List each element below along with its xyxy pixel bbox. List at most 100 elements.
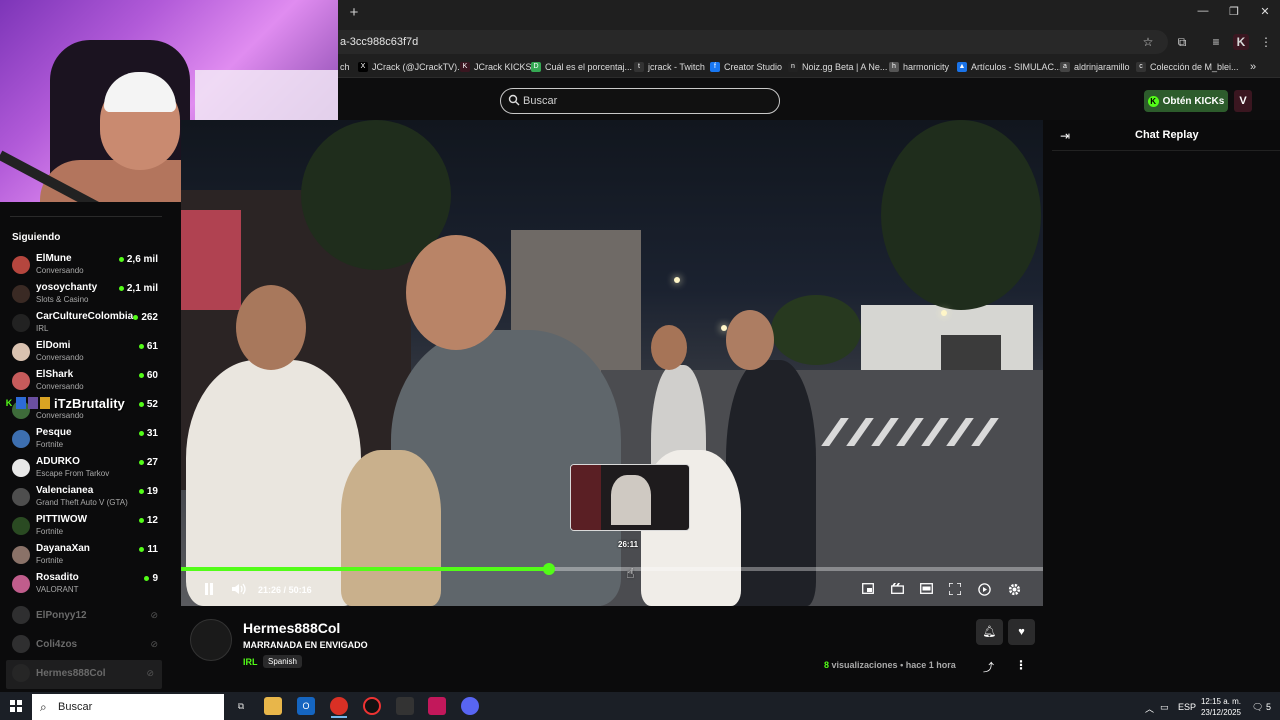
sidebar-channel[interactable]: ElMune Conversando 2,6 mil <box>0 252 172 281</box>
app-icon[interactable] <box>396 697 414 715</box>
chat-title: Chat Replay <box>1135 129 1199 141</box>
sidebar-channel[interactable]: Valencianea Grand Theft Auto V (GTA) 19 <box>0 484 172 513</box>
bookmark-item[interactable]: X JCrack (@JCrackTV)... <box>358 60 465 74</box>
get-kicks-button[interactable]: K Obtén KICKs <box>1144 90 1228 112</box>
seek-preview-time: 26:11 <box>618 540 639 549</box>
file-explorer-icon[interactable] <box>264 697 282 715</box>
volume-icon <box>232 583 246 595</box>
viewer-count: 2,1 mil <box>118 283 158 294</box>
live-dot-icon <box>138 489 144 494</box>
bookmark-item[interactable]: a aldrinjaramillo <box>1060 60 1130 74</box>
x-icon: X <box>358 62 368 72</box>
seek-bar-handle[interactable] <box>543 563 556 575</box>
more-options-icon[interactable]: ⋮ <box>1015 658 1027 672</box>
volume-button[interactable] <box>231 583 247 598</box>
bookmark-item[interactable]: D Cuál es el porcentaj... <box>531 60 632 74</box>
collapse-chat-icon[interactable]: ⇥ <box>1060 129 1070 143</box>
sidebar-channel[interactable]: ElShark Conversando 60 <box>0 368 172 397</box>
bookmark-star-icon[interactable]: ☆ <box>1140 34 1156 50</box>
streamer-name[interactable]: Hermes888Col <box>243 620 340 636</box>
discord-icon[interactable] <box>461 697 479 715</box>
fullscreen-button[interactable] <box>947 582 963 598</box>
sidebar-channel[interactable]: CarCultureColombia IRL 262 <box>0 310 172 339</box>
kicks-icon: K <box>1147 95 1159 107</box>
pause-button[interactable] <box>202 583 216 598</box>
share-icon[interactable]: ⤴ <box>983 659 994 675</box>
profile-icon[interactable]: K <box>1233 34 1249 50</box>
media-controls-icon[interactable]: ≡ <box>1208 34 1224 50</box>
app-icon[interactable] <box>428 697 446 715</box>
notifications-button[interactable]: 🔔︎ <box>976 619 1003 645</box>
bookmark-item[interactable]: f Creator Studio <box>710 60 782 74</box>
settings-button[interactable] <box>1006 583 1022 598</box>
sidebar-channel[interactable]: DayanaXan Fortnite 11 <box>0 542 172 571</box>
bookmark-item[interactable]: ch <box>340 60 350 74</box>
channel-name: ADURKO <box>36 456 80 467</box>
tray-expand-icon[interactable]: ︿ <box>1145 702 1154 715</box>
seek-bar[interactable] <box>181 563 1043 575</box>
channel-avatar <box>12 606 30 624</box>
user-avatar[interactable]: V <box>1234 90 1252 112</box>
channel-category: Fortnite <box>36 440 64 449</box>
task-view-icon[interactable]: ⧉ <box>232 697 250 715</box>
bookmark-item[interactable]: ▲ Artículos - SIMULAC... <box>957 60 1062 74</box>
channel-name: ElMune <box>36 253 72 264</box>
clip-button[interactable] <box>889 583 905 598</box>
bookmark-item[interactable]: n Noiz.gg Beta | A Ne... <box>788 60 887 74</box>
sidebar-channel[interactable]: yosoychanty Slots & Casino 2,1 mil <box>0 281 172 310</box>
windows-start-icon[interactable] <box>10 700 22 712</box>
streamer-avatar[interactable] <box>190 619 232 661</box>
bookmark-item[interactable]: t jcrack - Twitch <box>634 60 705 74</box>
app-icon[interactable] <box>363 697 381 715</box>
channel-avatar <box>12 285 30 303</box>
follow-button[interactable]: ♥ <box>1008 619 1035 645</box>
channel-name: Hermes888Col <box>36 668 106 679</box>
taskbar-search-placeholder: Buscar <box>58 701 93 713</box>
stream-category[interactable]: IRL <box>243 657 258 667</box>
extensions-icon[interactable]: ⧉ <box>1174 34 1190 50</box>
minimize-button[interactable]: — <box>1188 5 1218 21</box>
clock[interactable]: 12:15 a. m. 23/12/2025 <box>1198 696 1244 718</box>
outlook-icon[interactable]: O <box>297 697 315 715</box>
browser-menu-icon[interactable]: ⋮ <box>1258 34 1274 50</box>
sidebar-channel-offline[interactable]: Coli4zos ⊘ <box>0 631 172 660</box>
theater-mode-button[interactable] <box>918 583 934 598</box>
video-player[interactable] <box>181 120 1043 606</box>
sidebar-channel[interactable]: PITTIWOW Fortnite 12 <box>0 513 172 542</box>
drive-icon: ▲ <box>957 62 967 72</box>
sidebar-channel[interactable]: Rosadito VALORANT 9 <box>0 571 172 600</box>
bookmark-item[interactable]: c Colección de M_blei... <box>1136 60 1239 74</box>
more-bookmarks-icon[interactable]: » <box>1250 60 1256 74</box>
channel-category: Conversando <box>36 353 84 362</box>
restore-button[interactable]: ❐ <box>1219 5 1249 21</box>
playback-speed-button[interactable] <box>976 583 992 598</box>
sidebar-channel-offline[interactable]: Hermes888Col ⊘ <box>6 660 162 689</box>
bookmark-item[interactable]: h harmonicity <box>889 60 949 74</box>
live-dot-icon <box>118 286 124 291</box>
channel-avatar <box>12 256 30 274</box>
sidebar-channel[interactable]: ElDomi Conversando 61 <box>0 339 172 368</box>
stream-title: MARRANADA EN ENVIGADO <box>243 640 368 650</box>
channel-category: Conversando <box>36 266 84 275</box>
bookmark-item[interactable]: K JCrack KICKS <box>460 60 532 74</box>
overlay-username: iTzBrutality <box>54 395 125 411</box>
new-tab-button[interactable]: + <box>346 4 362 22</box>
sidebar-channel[interactable]: ADURKO Escape From Tarkov 27 <box>0 455 172 484</box>
page-icon: a <box>1060 62 1070 72</box>
chrome-icon[interactable] <box>330 697 348 715</box>
pip-button[interactable] <box>860 583 876 598</box>
close-window-button[interactable]: ✕ <box>1250 5 1280 21</box>
language-tag[interactable]: Spanish <box>263 655 302 668</box>
heart-icon: ♥ <box>1018 626 1025 638</box>
language-indicator[interactable]: ESP <box>1178 702 1196 712</box>
sidebar-channel-offline[interactable]: ElPonyy12 ⊘ <box>0 602 172 631</box>
viewer-count: 2,6 mil <box>118 254 158 265</box>
live-dot-icon <box>138 460 144 465</box>
network-icon[interactable]: ▭ <box>1160 702 1169 713</box>
channel-name: CarCultureColombia <box>36 311 134 322</box>
url-input[interactable] <box>320 30 1168 54</box>
clip-icon <box>890 583 904 594</box>
sidebar-channel[interactable]: Pesque Fortnite 31 <box>0 426 172 455</box>
notifications-icon[interactable]: 🗨︎ 5 <box>1252 702 1271 713</box>
channel-category: Escape From Tarkov <box>36 469 110 478</box>
